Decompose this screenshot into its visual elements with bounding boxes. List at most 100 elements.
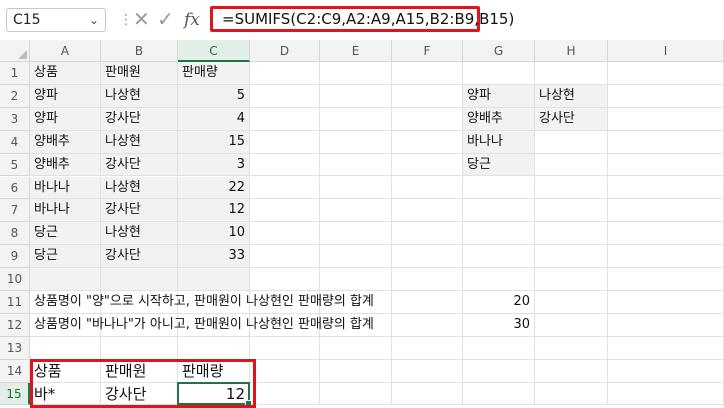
grid-cell[interactable] — [608, 359, 724, 383]
grid-cell[interactable] — [535, 313, 608, 337]
name-box[interactable]: C15 ⌄ — [6, 8, 106, 32]
grid-cell[interactable] — [392, 130, 463, 154]
grid-cell[interactable] — [535, 336, 608, 360]
grid-cell[interactable] — [30, 268, 101, 291]
table-cell[interactable]: 강사단 — [101, 153, 178, 177]
grid-cell[interactable] — [608, 130, 724, 154]
criteria-product-cell[interactable]: 당근 — [463, 153, 535, 177]
row-header-4[interactable]: 4 — [0, 130, 30, 154]
grid-cell[interactable] — [320, 153, 392, 177]
chevron-down-icon[interactable]: ⌄ — [89, 9, 99, 31]
grid-cell[interactable] — [392, 245, 463, 269]
column-header-f[interactable]: F — [392, 40, 463, 62]
summary-value[interactable]: 20 — [463, 291, 535, 314]
grid-cell[interactable] — [320, 62, 392, 85]
row-header-3[interactable]: 3 — [0, 107, 30, 131]
table-cell[interactable]: 나상현 — [101, 176, 178, 200]
grid-cell[interactable] — [463, 359, 535, 383]
grid-cell[interactable] — [250, 245, 320, 269]
table-header-cell[interactable]: 판매량 — [178, 62, 250, 85]
grid-cell[interactable] — [535, 199, 608, 223]
select-all-button[interactable] — [0, 40, 30, 62]
grid-cell[interactable] — [463, 176, 535, 200]
grid-cell[interactable] — [608, 62, 724, 85]
grid-cell[interactable] — [320, 107, 392, 131]
grid-cell[interactable] — [608, 291, 724, 314]
grid-cell[interactable] — [535, 62, 608, 85]
row-header-5[interactable]: 5 — [0, 153, 30, 177]
grid-cell[interactable] — [608, 268, 724, 291]
grid-cell[interactable] — [608, 199, 724, 223]
grid-cell[interactable] — [463, 336, 535, 360]
table-cell[interactable]: 12 — [178, 199, 250, 223]
grid-cell[interactable] — [535, 245, 608, 269]
grid-cell[interactable] — [320, 222, 392, 246]
grid-cell[interactable] — [250, 268, 320, 291]
row-header-14[interactable]: 14 — [0, 359, 30, 383]
table-cell[interactable]: 4 — [178, 107, 250, 131]
table-header-cell[interactable]: 판매원 — [101, 62, 178, 85]
criteria-seller-cell[interactable]: 나상현 — [535, 84, 608, 108]
grid-cell[interactable] — [463, 268, 535, 291]
grid-cell[interactable] — [392, 222, 463, 246]
grid-cell[interactable] — [392, 153, 463, 177]
grid-cell[interactable] — [463, 382, 535, 406]
insert-function-icon[interactable]: fx — [184, 10, 200, 30]
table-cell[interactable]: 당근 — [30, 245, 101, 269]
grid-cell[interactable] — [392, 382, 463, 406]
row-header-10[interactable]: 10 — [0, 268, 30, 291]
grid-cell[interactable] — [178, 268, 250, 291]
table-cell[interactable]: 10 — [178, 222, 250, 246]
grid-cell[interactable] — [320, 199, 392, 223]
row-header-8[interactable]: 8 — [0, 222, 30, 246]
summary-label[interactable]: 상품명이 "양"으로 시작하고, 판매원이 나상현인 판매량의 합계 — [30, 291, 463, 314]
grid-cell[interactable] — [392, 199, 463, 223]
column-header-a[interactable]: A — [30, 40, 101, 62]
grid-cell[interactable] — [320, 359, 392, 383]
table-cell[interactable]: 강사단 — [101, 245, 178, 269]
grid-cell[interactable] — [250, 222, 320, 246]
column-header-i[interactable]: I — [608, 40, 724, 62]
column-header-h[interactable]: H — [535, 40, 608, 62]
grid-cell[interactable] — [608, 222, 724, 246]
grid-cell[interactable] — [250, 382, 320, 406]
column-header-d[interactable]: D — [250, 40, 320, 62]
column-header-e[interactable]: E — [320, 40, 392, 62]
grid-cell[interactable] — [101, 268, 178, 291]
row-header-7[interactable]: 7 — [0, 199, 30, 223]
grid-cell[interactable] — [250, 107, 320, 131]
grid-cell[interactable] — [608, 153, 724, 177]
grid-cell[interactable] — [392, 84, 463, 108]
table-cell[interactable]: 강사단 — [101, 199, 178, 223]
grid-cell[interactable] — [608, 313, 724, 337]
grid-cell[interactable] — [392, 359, 463, 383]
grid-cell[interactable] — [535, 359, 608, 383]
cancel-icon[interactable]: ✕ — [133, 7, 150, 31]
table-cell[interactable]: 당근 — [30, 222, 101, 246]
grid-cell[interactable] — [535, 130, 608, 154]
grid-cell[interactable] — [320, 130, 392, 154]
table-cell[interactable]: 15 — [178, 130, 250, 154]
grid-cell[interactable] — [250, 153, 320, 177]
grid-cell[interactable] — [392, 336, 463, 360]
summary-label[interactable]: 상품명이 "바나나"가 아니고, 판매원이 나상현인 판매량의 합계 — [30, 313, 463, 337]
grid-cell[interactable] — [463, 245, 535, 269]
grid-cell[interactable] — [250, 199, 320, 223]
grid-cell[interactable] — [250, 336, 320, 360]
table-cell[interactable]: 33 — [178, 245, 250, 269]
column-header-c[interactable]: C — [178, 40, 250, 62]
grid-cell[interactable] — [250, 62, 320, 85]
grid-cell[interactable] — [320, 176, 392, 200]
table-cell[interactable]: 3 — [178, 153, 250, 177]
grid-cell[interactable] — [535, 268, 608, 291]
row-header-12[interactable]: 12 — [0, 313, 30, 337]
table-cell[interactable]: 나상현 — [101, 84, 178, 108]
grid-cell[interactable] — [608, 176, 724, 200]
column-header-b[interactable]: B — [101, 40, 178, 62]
grid-cell[interactable] — [535, 291, 608, 314]
table-cell[interactable]: 나상현 — [101, 222, 178, 246]
grid-cell[interactable] — [250, 359, 320, 383]
grid-cell[interactable] — [250, 176, 320, 200]
grid-cell[interactable] — [535, 153, 608, 177]
table-cell[interactable]: 바나나 — [30, 199, 101, 223]
